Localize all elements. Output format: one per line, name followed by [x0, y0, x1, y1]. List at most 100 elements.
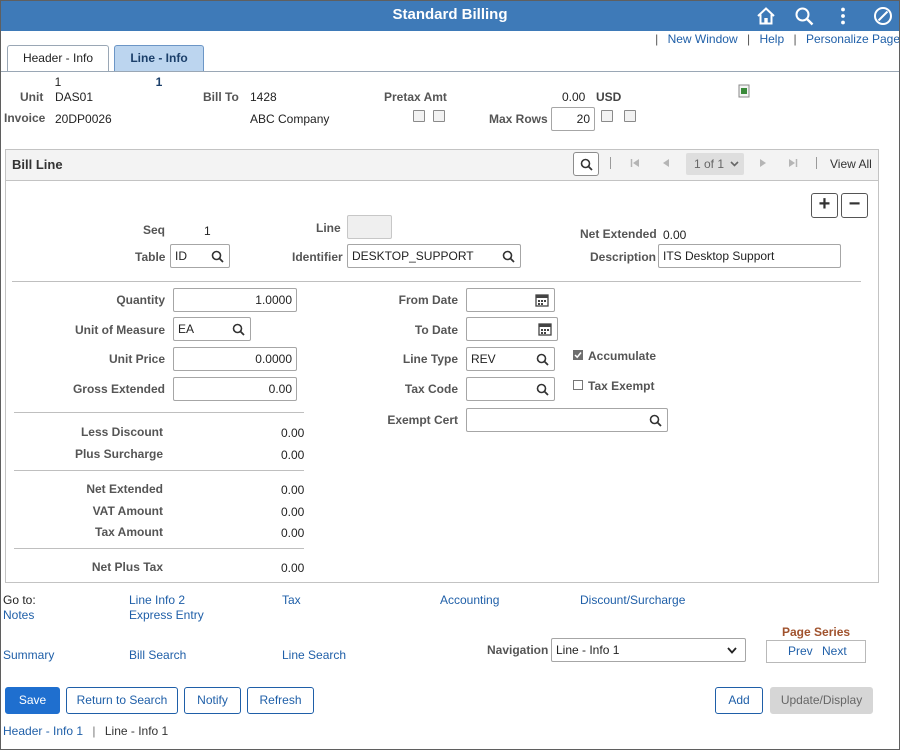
add-button[interactable]: Add: [715, 687, 763, 714]
from-date-input[interactable]: [466, 288, 555, 312]
tax-link[interactable]: Tax: [282, 593, 301, 607]
seq-label: Seq: [143, 223, 166, 237]
search-icon[interactable]: [232, 323, 245, 336]
net-plus-tax-value: 0.00: [281, 561, 305, 575]
search-icon[interactable]: [536, 383, 549, 396]
gross-extended-input[interactable]: 0.00: [173, 377, 297, 401]
calendar-icon[interactable]: [535, 293, 549, 307]
vat-amount-value: 0.00: [281, 505, 305, 519]
table-input[interactable]: ID: [170, 244, 230, 268]
amount-divider-2: [14, 470, 304, 471]
chevron-down-icon: [730, 161, 739, 167]
first-page-icon[interactable]: [630, 158, 640, 168]
description-label: Description: [590, 250, 657, 264]
collapse-all-icon[interactable]: [433, 110, 445, 122]
bill-to-value: 1428: [250, 90, 277, 104]
home-icon[interactable]: [755, 5, 777, 27]
discount-surcharge-link[interactable]: Discount/Surcharge: [580, 593, 685, 607]
grid-find-button[interactable]: [573, 152, 599, 176]
net-extended-top-value: 0.00: [663, 228, 687, 242]
search-icon[interactable]: [649, 414, 662, 427]
breadcrumb-header-info-1[interactable]: Header - Info 1: [3, 724, 83, 738]
accounting-link[interactable]: Accounting: [440, 593, 499, 607]
line-label: Line: [316, 221, 341, 235]
express-entry-link[interactable]: Express Entry: [129, 608, 204, 622]
personalize-page-link[interactable]: Personalize Page: [806, 32, 900, 46]
description-input[interactable]: ITS Desktop Support: [658, 244, 841, 268]
net-extended-value: 0.00: [281, 483, 305, 497]
add-row-button[interactable]: +: [811, 193, 838, 218]
tab-header-info-1[interactable]: Header - Info 1: [7, 45, 109, 89]
max-rows-collapse-icon[interactable]: [624, 110, 636, 122]
bill-search-link[interactable]: Bill Search: [129, 648, 186, 662]
view-all-link[interactable]: View All: [830, 157, 872, 171]
max-rows-input[interactable]: 20: [551, 107, 595, 131]
help-link[interactable]: Help: [759, 32, 784, 46]
summary-link[interactable]: Summary: [3, 648, 54, 662]
currency-code: USD: [596, 90, 622, 104]
tax-amount-value: 0.00: [281, 526, 305, 540]
row-pager-select[interactable]: 1 of 1: [686, 153, 744, 175]
line-type-label: Line Type: [402, 352, 458, 366]
prev-link[interactable]: Prev: [788, 644, 813, 658]
search-icon[interactable]: [502, 250, 515, 263]
next-page-icon[interactable]: [758, 158, 768, 168]
seq-value: 1: [204, 224, 211, 238]
to-date-input[interactable]: [466, 317, 558, 341]
max-rows-expand-icon[interactable]: [601, 110, 613, 122]
amount-divider-3: [14, 548, 304, 549]
breadcrumb: Header - Info 1 | Line - Info 1: [3, 724, 168, 738]
bill-line-grid-header: [5, 149, 879, 181]
next-link[interactable]: Next: [822, 644, 847, 658]
unit-value: DAS01: [55, 90, 94, 104]
notify-button[interactable]: Notify: [184, 687, 241, 714]
exempt-cert-input[interactable]: [466, 408, 668, 432]
plus-surcharge-label: Plus Surcharge: [74, 447, 163, 461]
amount-divider-1: [14, 412, 304, 413]
tax-code-label: Tax Code: [404, 382, 458, 396]
delete-row-button[interactable]: −: [841, 193, 868, 218]
pretax-amt-label: Pretax Amt: [384, 90, 447, 104]
tax-exempt-checkbox[interactable]: [573, 380, 583, 390]
max-rows-label: Max Rows: [489, 112, 548, 126]
quantity-input[interactable]: 1.0000: [173, 288, 297, 312]
new-window-link[interactable]: New Window: [668, 32, 738, 46]
unit-label: Unit: [20, 90, 44, 104]
notes-link[interactable]: Notes: [3, 608, 34, 622]
less-discount-value: 0.00: [281, 426, 305, 440]
line-info-2-link[interactable]: Line Info 2: [129, 593, 185, 607]
update-display-button: Update/Display: [770, 687, 873, 714]
calendar-icon[interactable]: [538, 322, 552, 336]
breadcrumb-separator: |: [92, 724, 96, 738]
navbar-icon[interactable]: [872, 5, 894, 27]
tab-line-info-1[interactable]: Line - Info 1: [114, 45, 204, 89]
accumulate-checkbox[interactable]: [573, 350, 583, 360]
previous-page-icon[interactable]: [661, 158, 671, 168]
navigation-select[interactable]: Line - Info 1: [551, 638, 746, 662]
search-icon[interactable]: [211, 250, 224, 263]
more-actions-icon[interactable]: [832, 5, 854, 27]
search-icon[interactable]: [793, 5, 815, 27]
line-type-input[interactable]: REV: [466, 347, 555, 371]
tab-divider: [0, 71, 900, 72]
accumulate-label: Accumulate: [588, 349, 657, 363]
section-divider: [12, 281, 861, 282]
spreadsheet-icon[interactable]: [738, 84, 750, 98]
net-extended-label: Net Extended: [86, 482, 163, 496]
unit-of-measure-input[interactable]: EA: [173, 317, 251, 341]
unit-price-input[interactable]: 0.0000: [173, 347, 297, 371]
refresh-button[interactable]: Refresh: [247, 687, 314, 714]
tax-code-input[interactable]: [466, 377, 555, 401]
expand-all-icon[interactable]: [413, 110, 425, 122]
breadcrumb-line-info-1: Line - Info 1: [104, 724, 169, 738]
return-to-search-button[interactable]: Return to Search: [66, 687, 178, 714]
save-button[interactable]: Save: [5, 687, 60, 714]
plus-surcharge-value: 0.00: [281, 448, 305, 462]
quantity-label: Quantity: [116, 293, 165, 307]
less-discount-label: Less Discount: [80, 425, 163, 439]
search-icon[interactable]: [536, 353, 549, 366]
line-search-link[interactable]: Line Search: [282, 648, 346, 662]
identifier-input[interactable]: DESKTOP_SUPPORT: [347, 244, 521, 268]
last-page-icon[interactable]: [788, 158, 798, 168]
from-date-label: From Date: [398, 293, 458, 307]
